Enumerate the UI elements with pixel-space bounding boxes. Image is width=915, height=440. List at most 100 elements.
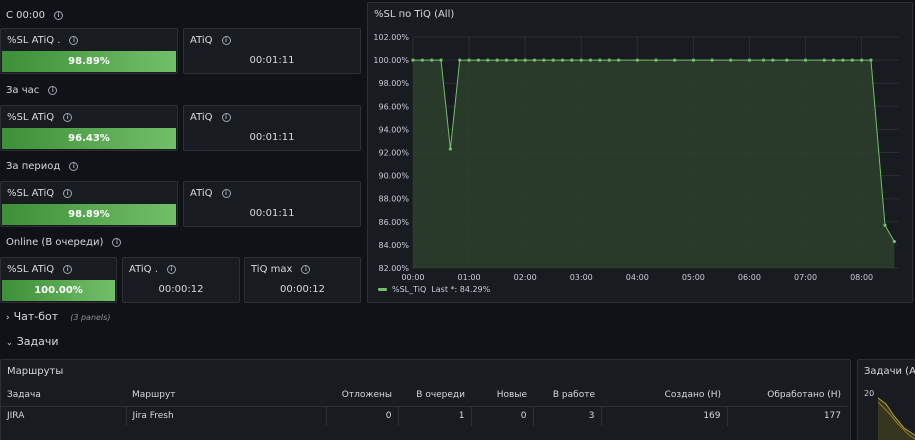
- tiq-max-stat-panel: TiQ max i 00:00:12: [244, 257, 361, 303]
- chevron-right-icon: ›: [6, 313, 10, 323]
- x-tick-label: 00:00: [401, 273, 424, 282]
- x-tick-label: 03:00: [570, 273, 593, 282]
- sl-stat-panel-4: %SL ATiQ i 100.00%: [0, 257, 117, 303]
- info-icon[interactable]: i: [69, 162, 79, 171]
- tiq-max-value: 00:00:12: [280, 284, 325, 295]
- atiq-value: 00:01:11: [249, 132, 295, 143]
- x-tick-label: 02:00: [514, 273, 537, 282]
- sl-gauge-bar: 98.89%: [2, 51, 176, 72]
- y-tick-label: 100.00%: [373, 56, 409, 65]
- table-cell: 177: [727, 405, 847, 426]
- info-icon[interactable]: i: [166, 265, 176, 274]
- info-icon[interactable]: i: [69, 36, 79, 45]
- data-point: [607, 58, 611, 62]
- y-tick-label: 88.00%: [378, 195, 409, 204]
- data-point: [439, 58, 443, 62]
- info-icon[interactable]: i: [63, 113, 73, 122]
- panel-title: ATiQ: [190, 188, 213, 199]
- table-cell: 3: [533, 405, 602, 426]
- side-chart-preview: [878, 397, 915, 440]
- panel-title: ATiQ: [190, 35, 213, 46]
- column-header[interactable]: Новые: [471, 384, 533, 406]
- data-point: [822, 58, 826, 62]
- legend-swatch: [378, 288, 387, 291]
- column-header[interactable]: Маршрут: [126, 384, 326, 406]
- data-point: [635, 58, 639, 62]
- atiq-value: 00:01:11: [249, 208, 295, 219]
- data-point: [588, 58, 593, 62]
- data-point: [831, 58, 836, 62]
- info-icon[interactable]: i: [221, 113, 231, 122]
- sl-stat-panel-1: %SL ATiQ . i 98.89%: [0, 28, 178, 74]
- panel-title: %SL ATiQ: [7, 112, 55, 123]
- chart-legend[interactable]: %SL_TiQ Last *: 84.29%: [378, 285, 490, 294]
- sl-by-tiq-graph-panel: %SL по TiQ (All) 82.00% 84.00% 86.00% 88.00…: [367, 2, 913, 303]
- data-point: [560, 58, 565, 62]
- info-icon[interactable]: i: [63, 265, 73, 274]
- data-point: [710, 58, 714, 62]
- y-tick-label: 92.00%: [378, 149, 409, 158]
- y-tick-label: 82.00%: [378, 264, 409, 273]
- data-point: [729, 58, 733, 62]
- atiq-value: 00:00:12: [158, 284, 204, 295]
- panel-title: Задачи (All: [864, 366, 915, 377]
- x-tick-label: 08:00: [850, 273, 873, 282]
- info-icon[interactable]: i: [221, 36, 231, 45]
- data-point: [486, 58, 490, 62]
- y-tick-label: 90.00%: [378, 172, 409, 181]
- data-point: [850, 58, 854, 62]
- panel-title: Маршруты: [7, 366, 64, 377]
- row-tasks[interactable]: ⌄ Задачи: [6, 335, 59, 348]
- column-header[interactable]: Обработано (Н): [727, 384, 847, 406]
- data-point: [785, 58, 789, 62]
- column-header[interactable]: В работе: [533, 384, 601, 406]
- data-point: [869, 58, 873, 62]
- info-icon[interactable]: i: [221, 189, 231, 198]
- table-row: JIRA Jira Fresh 0 1 0 3 169 177: [1, 405, 847, 426]
- column-header[interactable]: В очереди: [398, 384, 471, 406]
- row-title: Чат-бот: [13, 310, 59, 323]
- column-header[interactable]: Задача: [1, 384, 126, 406]
- info-icon[interactable]: i: [112, 238, 122, 247]
- data-point: [892, 239, 896, 244]
- chevron-down-icon: ⌄: [6, 338, 13, 347]
- table-cell: 1: [398, 405, 472, 426]
- info-icon[interactable]: i: [63, 189, 73, 198]
- column-header[interactable]: Отложены: [326, 384, 398, 406]
- routes-table: Задача Маршрут Отложены В очереди Новые …: [1, 384, 847, 426]
- data-point: [430, 58, 434, 62]
- y-tick-label: 94.00%: [378, 125, 409, 134]
- data-point: [448, 147, 452, 151]
- info-icon[interactable]: i: [53, 11, 63, 20]
- y-tick-label: 20: [864, 389, 875, 398]
- info-icon[interactable]: i: [48, 86, 58, 95]
- sl-value: 100.00%: [34, 285, 83, 296]
- routes-table-panel: Маршруты Задача Маршрут Отложены В очере…: [0, 359, 851, 440]
- section-title-per-hour: За час i: [6, 85, 58, 96]
- sl-by-tiq-chart[interactable]: 82.00% 84.00% 86.00% 88.00% 90.00% 92.00% 94.0…: [368, 3, 914, 304]
- data-point: [761, 58, 766, 62]
- table-cell: 0: [326, 405, 399, 426]
- panel-title: ATiQ .: [129, 264, 158, 275]
- data-point: [860, 58, 864, 62]
- panel-title: %SL ATiQ: [7, 188, 55, 199]
- atiq-stat-panel-2: ATiQ i 00:01:11: [183, 105, 361, 151]
- info-icon[interactable]: i: [301, 265, 311, 274]
- data-point: [532, 58, 537, 62]
- data-point: [883, 223, 887, 227]
- data-point: [803, 58, 808, 62]
- data-point: [654, 58, 658, 62]
- x-tick-label: 01:00: [458, 273, 481, 282]
- data-point: [747, 58, 752, 62]
- table-header-row: Задача Маршрут Отложены В очереди Новые …: [1, 384, 847, 406]
- data-point: [495, 58, 499, 62]
- atiq-stat-panel-1: ATiQ i 00:01:11: [183, 28, 361, 74]
- series-area: [413, 60, 895, 268]
- panel-title: TiQ max: [251, 264, 293, 275]
- sl-value: 98.89%: [68, 56, 110, 67]
- sl-gauge-bar: 96.43%: [2, 128, 176, 149]
- column-header[interactable]: Создано (Н): [601, 384, 727, 406]
- row-chatbot[interactable]: › Чат-бот (3 panels): [6, 310, 110, 323]
- x-tick-label: 06:00: [738, 273, 761, 282]
- data-point: [570, 58, 574, 62]
